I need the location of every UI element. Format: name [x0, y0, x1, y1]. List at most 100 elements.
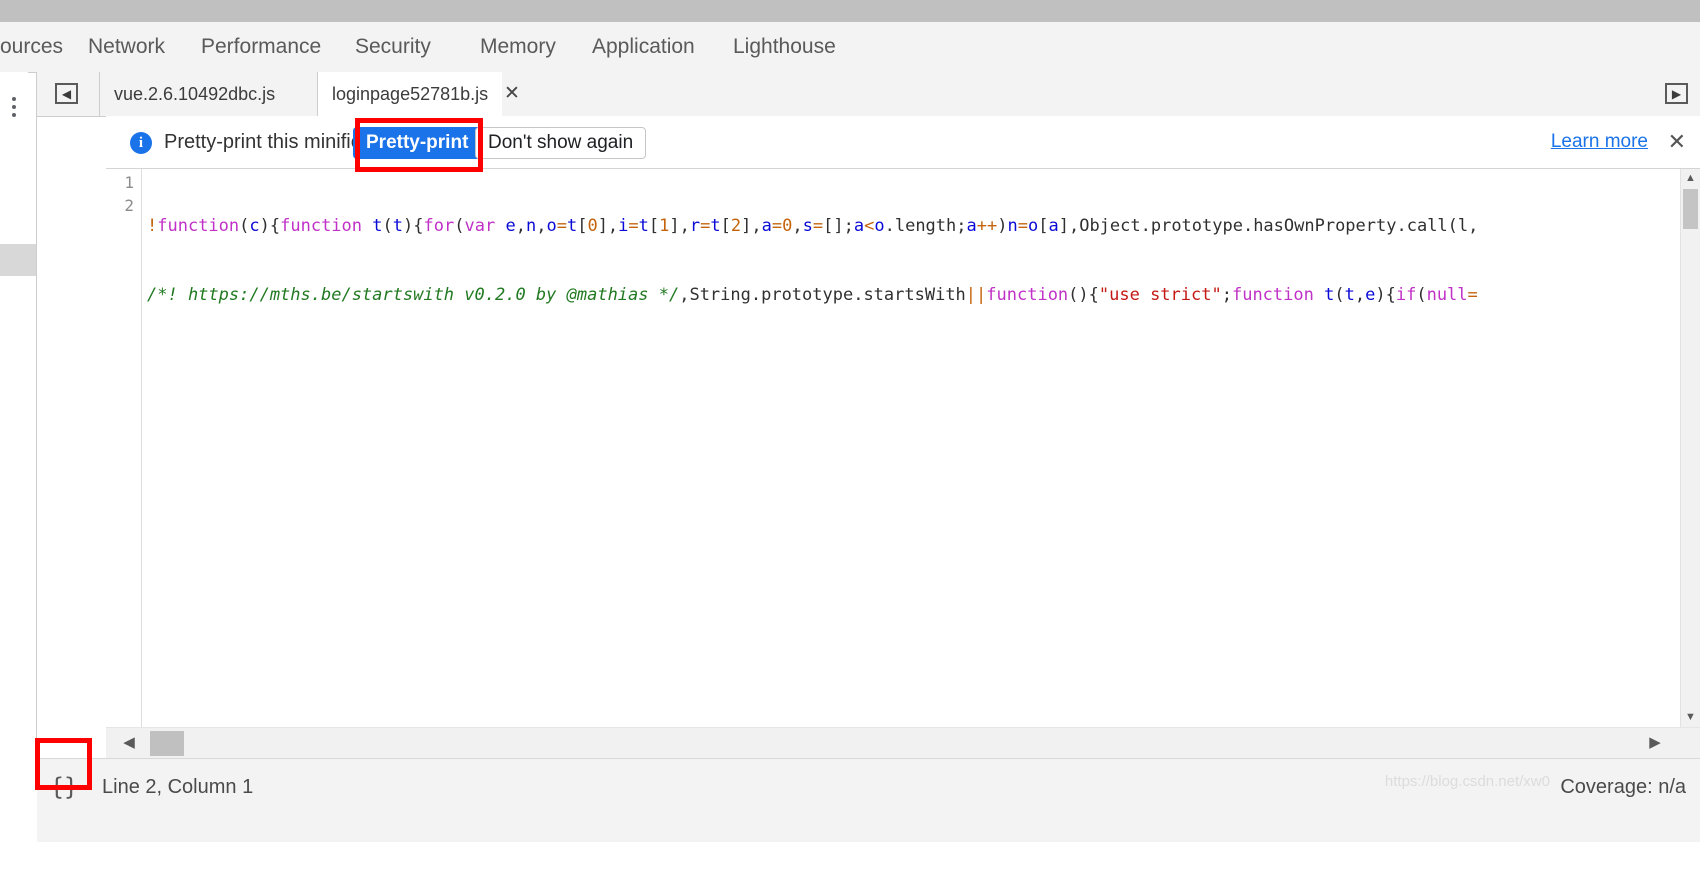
code-token: ;	[1221, 285, 1232, 305]
code-token: [	[577, 216, 588, 236]
code-token: ,String.prototype.startsWith	[679, 285, 966, 305]
editor-horizontal-scrollbar[interactable]: ◀ ▶	[106, 727, 1700, 758]
show-navigator-icon[interactable]: ◀	[55, 83, 78, 104]
code-token: ,	[1354, 285, 1366, 305]
dont-show-again-button[interactable]: Don't show again	[475, 127, 647, 159]
code-token: ,	[792, 216, 803, 236]
navigator-scroll-thumb[interactable]	[0, 244, 36, 276]
code-token: 1	[659, 216, 670, 236]
code-token: =	[771, 216, 783, 236]
file-tab-loginpage[interactable]: loginpage52781b.js	[317, 72, 503, 117]
scroll-left-icon[interactable]: ◀	[114, 728, 144, 758]
code-token: t	[1324, 285, 1335, 305]
code-token: ],Object.prototype.hasOwnProperty.call(l…	[1058, 216, 1479, 236]
code-token: o	[1027, 216, 1039, 236]
pretty-print-button[interactable]: Pretty-print	[353, 127, 482, 159]
code-token: ],	[741, 216, 762, 236]
scroll-down-icon[interactable]: ▼	[1681, 708, 1700, 727]
scroll-right-icon[interactable]: ▶	[1640, 728, 1670, 758]
tab-application[interactable]: Application	[592, 22, 695, 72]
code-token: t	[372, 216, 383, 236]
code-line[interactable]: !function(c){function t(t){for(var e,n,o…	[147, 215, 1700, 238]
code-token: ],	[669, 216, 690, 236]
file-tab-vue[interactable]: vue.2.6.10492dbc.js	[99, 72, 289, 116]
code-token: function	[157, 216, 240, 236]
code-token: for	[423, 216, 455, 236]
code-token: a	[966, 216, 977, 236]
infobar-close-icon[interactable]: ✕	[1668, 116, 1686, 168]
scroll-up-icon[interactable]: ▲	[1681, 169, 1700, 188]
statusbar-left-filler	[0, 758, 37, 847]
code-token: =	[700, 216, 711, 236]
code-token: )	[997, 216, 1008, 236]
source-editor[interactable]: 1 2 !function(c){function t(t){for(var e…	[106, 169, 1700, 727]
code-token: 0	[587, 216, 598, 236]
sidebar-rail	[0, 72, 28, 847]
file-tab-close-icon[interactable]: ✕	[504, 72, 520, 116]
devtools-window: ources Network Performance Security Memo…	[0, 22, 1700, 869]
code-token: !	[147, 216, 158, 236]
code-token: e	[505, 216, 516, 236]
line-number: 1	[124, 173, 134, 192]
code-token: 2	[730, 216, 742, 236]
line-number-gutter: 1 2	[106, 169, 142, 727]
code-token: (	[382, 216, 393, 236]
tab-application-label: Application	[592, 35, 695, 58]
code-token: s	[802, 216, 813, 236]
infobar-close-glyph: ✕	[1667, 129, 1686, 154]
code-token: t	[1344, 285, 1355, 305]
code-token: null	[1426, 285, 1468, 305]
code-token: =	[812, 216, 824, 236]
code-token: 0	[782, 216, 793, 236]
code-token: =	[628, 216, 639, 236]
code-token: if	[1395, 285, 1417, 305]
code-token: o	[874, 216, 885, 236]
tab-network[interactable]: Network	[88, 22, 165, 72]
tab-sources[interactable]: ources	[0, 22, 63, 72]
code-token: ,	[515, 216, 526, 236]
code-token: ){	[1375, 285, 1396, 305]
code-token: a	[1048, 216, 1059, 236]
code-token: =	[556, 216, 567, 236]
code-token: .length;	[884, 216, 967, 236]
rail-divider	[36, 72, 37, 847]
tab-memory[interactable]: Memory	[480, 22, 556, 72]
line-number: 2	[124, 196, 134, 215]
file-tab-loginpage-label: loginpage52781b.js	[332, 84, 489, 104]
show-navigator-glyph: ◀	[61, 86, 72, 101]
info-icon-glyph: i	[138, 135, 144, 151]
tab-sources-label: ources	[0, 35, 64, 58]
tab-security[interactable]: Security	[355, 22, 431, 72]
code-token: [	[720, 216, 731, 236]
code-line[interactable]: /*! https://mths.be/startswith v0.2.0 by…	[147, 284, 1700, 307]
file-tabbar: ◀ vue.2.6.10492dbc.js loginpage52781b.js…	[37, 72, 1700, 117]
code-token: [	[648, 216, 660, 236]
code-token: ||	[965, 285, 987, 305]
code-token: /*! https://mths.be/startswith v0.2.0 by…	[147, 285, 680, 305]
code-token: ){	[403, 216, 424, 236]
tab-performance[interactable]: Performance	[201, 22, 321, 72]
coverage-status: Coverage: n/a	[1560, 776, 1686, 798]
format-code-button[interactable]: {}	[45, 769, 83, 805]
more-options-icon[interactable]	[7, 97, 20, 119]
cursor-position-text: Line 2, Column 1	[102, 776, 254, 798]
code-token: n	[525, 216, 537, 236]
info-icon: i	[130, 132, 152, 154]
vertical-scroll-thumb[interactable]	[1683, 189, 1698, 229]
tab-security-label: Security	[355, 35, 431, 58]
learn-more-link[interactable]: Learn more	[1551, 116, 1648, 168]
code-token: =	[1017, 216, 1028, 236]
show-debugger-icon[interactable]: ▶	[1665, 83, 1688, 104]
code-content[interactable]: !function(c){function t(t){for(var e,n,o…	[147, 169, 1700, 353]
devtools-panel-tabbar: ources Network Performance Security Memo…	[0, 22, 1700, 73]
code-token: (	[239, 216, 250, 236]
editor-vertical-scrollbar[interactable]: ▲ ▼	[1680, 169, 1700, 727]
code-token: <	[864, 216, 875, 236]
horizontal-scroll-thumb[interactable]	[150, 731, 184, 756]
editor-statusbar: {} Line 2, Column 1 https://blog.csdn.ne…	[0, 758, 1700, 848]
code-token: t	[566, 216, 578, 236]
tab-lighthouse[interactable]: Lighthouse	[733, 22, 836, 72]
code-token: function	[280, 216, 363, 236]
